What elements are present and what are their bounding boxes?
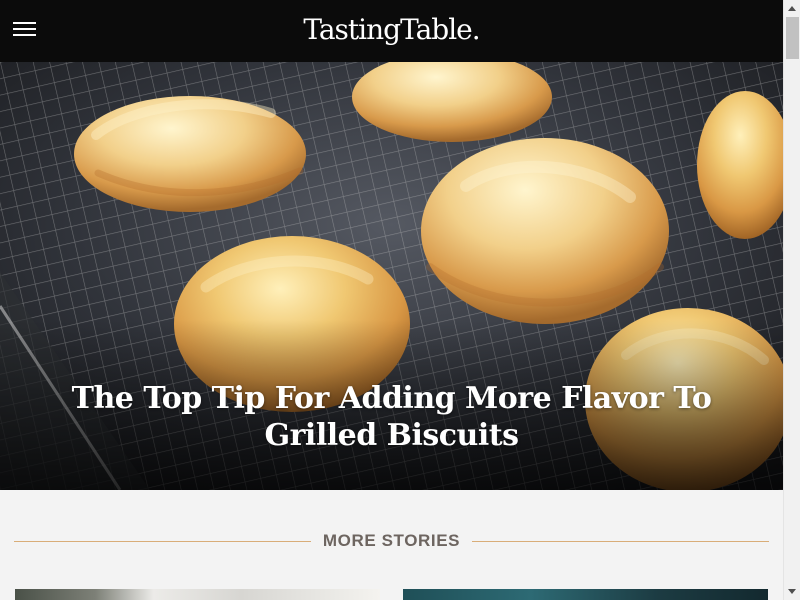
story-thumbnail-left[interactable] [15, 589, 380, 600]
vertical-scrollbar[interactable] [783, 0, 800, 600]
divider-line-left [14, 540, 311, 542]
site-header: TastingTable. [0, 0, 783, 62]
web-page: TastingTable. The Top Tip For Adding Mor… [0, 0, 783, 600]
divider-line-right [472, 540, 769, 542]
browser-viewport: TastingTable. The Top Tip For Adding Mor… [0, 0, 800, 600]
scroll-up-icon[interactable] [784, 0, 800, 17]
more-stories-label: MORE STORIES [322, 531, 461, 550]
hero-headline[interactable]: The Top Tip For Adding More Flavor To Gr… [40, 380, 743, 454]
story-thumbnail-right[interactable] [403, 589, 768, 600]
site-logo[interactable]: TastingTable. [0, 12, 783, 48]
scrollbar-thumb[interactable] [786, 17, 799, 59]
scroll-down-icon[interactable] [784, 583, 800, 600]
more-stories-divider: MORE STORIES [14, 527, 769, 555]
hero-story[interactable]: The Top Tip For Adding More Flavor To Gr… [0, 62, 783, 490]
